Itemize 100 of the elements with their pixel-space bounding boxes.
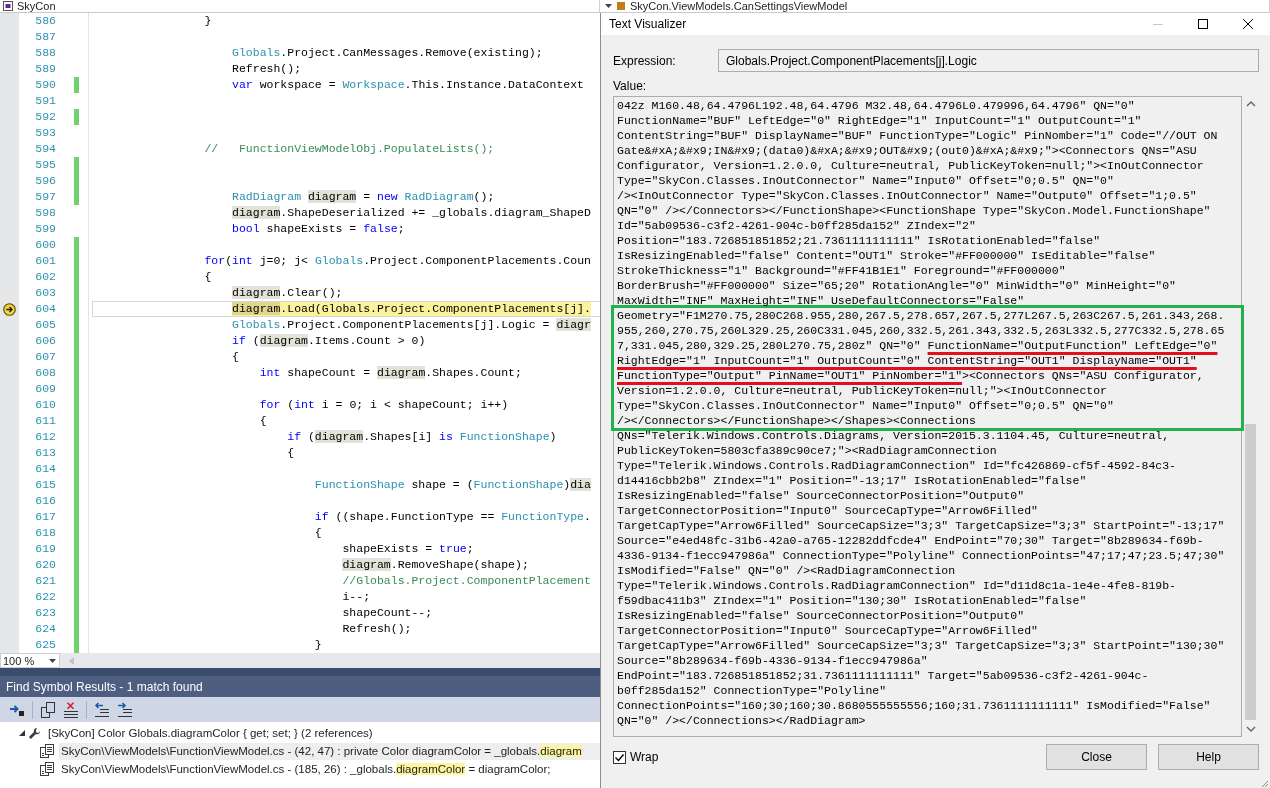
value-text-line: TargetConnectorPosition="Input0" SourceCapType="Arrow6Filled" (617, 623, 1039, 638)
expanded-triangle-icon[interactable] (18, 729, 26, 737)
value-text-box[interactable] (613, 96, 1242, 737)
zoom-dropdown[interactable]: 100 % (0, 653, 60, 668)
value-text-line: TargetCapType="Arrow6Filled" SourceCapSize="3;3" TargetCapSize="3;3" StartPoint="-13;17" (617, 518, 1226, 533)
code-line: if ((shape.FunctionType == FunctionType. (314, 510, 591, 524)
wrench-icon (28, 726, 41, 740)
code-line: if (diagram.Items.Count > 0) (232, 334, 426, 348)
panel-title: Find Symbol Results - 1 match found (6, 679, 203, 694)
value-text-line: FunctionName="BUF" LeftEdge="0" RightEdge="1" InputCount="1" OutputCount="1" (617, 113, 1143, 128)
line-number: 617 (35, 509, 56, 525)
code-line: diagram.RemoveShape(shape); (342, 558, 529, 572)
code-line: { (204, 270, 212, 284)
line-number: 596 (35, 173, 56, 189)
value-text-line: IsResizingEnabled="false" SourceConnectorPosition="Output0" (617, 488, 1026, 503)
result-item[interactable]: SkyCon\ViewModels\FunctionViewModel.cs - (42, 47) : private Color diagramColor = _globals.diagram (59, 742, 600, 760)
code-line: var workspace = Workspace.This.Instance.DataContext (232, 78, 585, 92)
code-line: Refresh(); (342, 622, 412, 636)
value-text-line: QN="0" /></Connections></RadDiagram> (617, 713, 867, 728)
value-text-line: ConnectionPoints="160;30;160;30.8680555555556;160;31.7361111111111" IsModified="False" (617, 698, 1212, 713)
line-number: 616 (35, 493, 56, 509)
dialog-button[interactable]: Close (1046, 744, 1147, 770)
value-label: Value: (613, 79, 647, 93)
value-text-line: Position="183.726851851852;21.7361111111111" IsRotationEnabled="false" (617, 233, 1102, 248)
code-line: //Globals.Project.ComponentPlacement (342, 574, 591, 588)
value-text-line: Type="SkyCon.Classes.InOutConnector" Name="Input0" Offset="0;0.5" QN="0" (617, 398, 1115, 413)
line-number: 610 (35, 397, 56, 413)
value-text-line: IsResizingEnabled="false" Content="OUT1" Stroke="#FF000000" IsEditable="false" (617, 248, 1157, 263)
value-text-line: Configurator, Version=1.2.0.0, Culture=neutral, PublicKeyToken=null;"><InOutConnector (617, 158, 1205, 173)
value-text-line: /><InOutConnector Type="SkyCon.Classes.InOutConnector" Name="Output0" Offset="1;0.5" (617, 188, 1198, 203)
line-number: 614 (35, 461, 56, 477)
code-line: { (232, 350, 239, 364)
value-text-line: FunctionType="Output" PinName="OUT1" PinNomber="1"><Connectors QNs="ASU Configurator, (617, 368, 1205, 383)
line-number: 605 (35, 317, 56, 333)
line-number: 593 (35, 125, 56, 141)
code-line: } (204, 14, 212, 28)
close-icon (1242, 19, 1253, 29)
line-number: 615 (35, 477, 56, 493)
expression-field[interactable]: Globals.Project.ComponentPlacements[j].Logic (718, 49, 1259, 72)
value-text-line: Source="8b289634-f69b-4336-9134-f1ecc947986a" (617, 653, 929, 668)
code-line: diagram.ShapeDeserialized += _globals.diagram_ShapeD (232, 206, 591, 220)
code-line: FunctionShape shape = (FunctionShape)dia (314, 478, 591, 492)
dialog-button[interactable]: Help (1158, 744, 1259, 770)
value-text-line: 4336-9134-f1ecc947986a" ConnectionType="Polyline" ConnectionPoints="47;17;47;23.5;47;30" (617, 548, 1226, 563)
code-line: Globals.Project.ComponentPlacements[j].Logic = diagr (232, 318, 591, 332)
line-number: 590 (35, 77, 56, 93)
line-number: 588 (35, 45, 56, 61)
value-text-line: RightEdge="1" InputCount="1" OutputCount="0" ContentString="OUT1" DisplayName="OUT1" (617, 353, 1198, 368)
line-number: 621 (35, 573, 56, 589)
caret-icon (49, 658, 56, 663)
line-number: 609 (35, 381, 56, 397)
line-number: 612 (35, 429, 56, 445)
line-number: 592 (35, 109, 56, 125)
value-text-line: Type="Telerik.Windows.Controls.RadDiagramConnection" Id="d11d8c1a-1e4e-4fe8-819b- (617, 578, 1177, 593)
project-dropdown[interactable]: SkyCon (0, 0, 600, 12)
code-line: } (314, 638, 322, 652)
copy-icon[interactable] (40, 701, 56, 718)
result-item[interactable]: SkyCon\ViewModels\FunctionViewModel.cs - (185, 26) : _globals.diagramColor = diagramColor; (59, 760, 553, 778)
indent-icon[interactable] (117, 701, 133, 718)
resize-grip-icon[interactable] (1259, 778, 1269, 788)
code-line: int shapeCount = diagram.Shapes.Count; (259, 366, 522, 380)
line-number: 613 (35, 445, 56, 461)
value-text-line: Type="SkyCon.Classes.InOutConnector" Name="Input0" Offset="0;0.5" QN="0" (617, 173, 1115, 188)
value-text-line: b0ff285da152" ConnectionType="Polyline" (617, 683, 888, 698)
wrap-checkbox[interactable] (613, 750, 626, 764)
line-number: 619 (35, 541, 56, 557)
value-text-line: TargetCapType="Arrow6Filled" SourceCapSize="3;3" TargetCapSize="3;3" StartPoint="130;30" (617, 638, 1226, 653)
line-number: 591 (35, 93, 56, 109)
value-text-line: 7,331.045,280,329.25,280L270.75,280z" QN="0" FunctionName="OutputFunction" LeftEdge="0" (617, 338, 1219, 353)
line-number: 598 (35, 205, 56, 221)
scrollbar-thumb[interactable] (1245, 424, 1256, 720)
value-text-line: Gate&#xA;&#x9;IN&#x9;(data0)&#xA;&#x9;OUT&#x9;(out0)&#xA;&#x9;"><Connectors QNs="ASU (617, 143, 1198, 158)
outdent-icon[interactable] (94, 701, 110, 718)
value-text-line: f59dbac411b3" ZIndex="1" Position="130;30" IsRotationEnabled="false" (617, 593, 1088, 608)
code-line: shapeExists = true; (342, 542, 474, 556)
line-number: 597 (35, 189, 56, 205)
result-group[interactable]: [SkyCon] Color Globals.diagramColor { get; set; } (2 references) (46, 724, 375, 742)
value-text-line: Version=1.2.0.0, Culture=neutral, PublicKeyToken=null;"><InOutConnector (617, 383, 1108, 398)
code-line: diagram.Clear(); (232, 286, 343, 300)
line-number: 608 (35, 365, 56, 381)
dialog-title: Text Visualizer (609, 17, 688, 31)
line-number: 620 (35, 557, 56, 573)
value-text-line: Geometry="F1M270.75,280C268.955,280,267.5,278.657,267.5,277L267.5,263C267.5,261.343,268. (617, 308, 1226, 323)
code-line: Globals.Project.CanMessages.Remove(existing); (232, 46, 543, 60)
code-line: for(int j=0; j< Globals.Project.ComponentPlacements.Coun (204, 254, 591, 268)
value-text-line: ContentString="BUF" DisplayName="BUF" FunctionType="Logic" PinNomber="1" Code="//OUT ON (617, 128, 1219, 143)
type-dropdown[interactable]: SkyCon.ViewModels.CanSettingsViewModel (600, 0, 1270, 12)
value-text-line: /></Connectors></FunctionShape></Shapes><Connections (617, 413, 977, 428)
line-number: 599 (35, 221, 56, 237)
line-number: 587 (35, 29, 56, 45)
value-text-line: StrokeThickness="1" Background="#FF41B1E1" Foreground="#FF000000" (617, 263, 1067, 278)
value-text-line: TargetConnectorPosition="Input0" SourceCapType="Arrow6Filled" (617, 503, 1039, 518)
value-text-line: 955,260,270.75,260L329.25,260C331.045,260,332.5,261.343,332.5,263L332.5,277C332.5,278.65 (617, 323, 1226, 338)
line-number: 624 (35, 621, 56, 637)
maximize-icon (1197, 19, 1208, 29)
value-text-line: MaxWidth="INF" MaxHeight="INF" UseDefaultConnectors="False" (617, 293, 1026, 308)
clear-list-icon[interactable] (63, 701, 79, 718)
line-number: 586 (35, 13, 56, 29)
code-line: { (314, 526, 322, 540)
line-number: 611 (35, 413, 56, 429)
